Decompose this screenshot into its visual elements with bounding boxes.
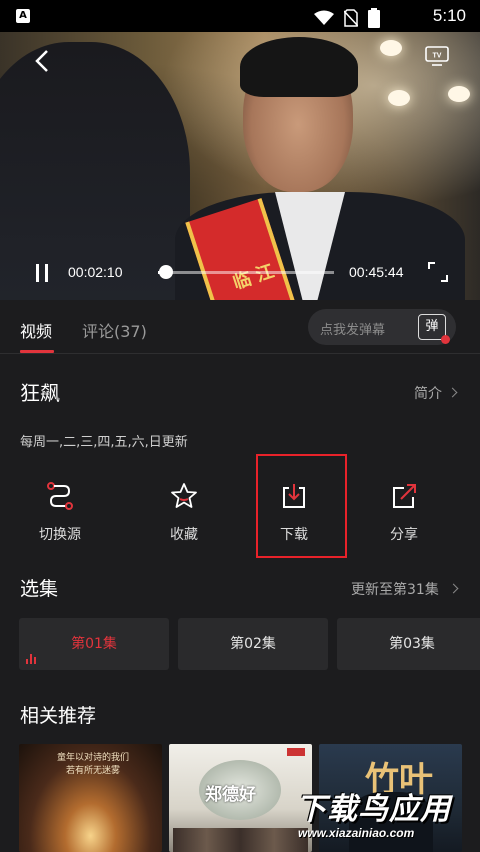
episodes-update-link[interactable]: 更新至第31集	[351, 579, 439, 599]
status-icons	[314, 8, 380, 28]
app-notification-icon: A	[16, 9, 30, 23]
video-figure-hair	[240, 37, 358, 97]
action-label: 切换源	[39, 527, 81, 543]
chevron-right-icon	[447, 387, 458, 398]
status-bar: A 5:10	[0, 0, 480, 32]
tab-underline	[20, 350, 54, 353]
current-time: 00:02:10	[68, 264, 123, 280]
video-player[interactable]: 临江	[0, 32, 480, 300]
poster-title: 郑德好	[205, 785, 256, 805]
share-icon	[393, 484, 416, 508]
chevron-right-icon	[448, 583, 459, 594]
episode-item[interactable]: 第02集	[178, 618, 328, 670]
pause-icon	[36, 264, 39, 282]
playing-icon	[26, 654, 38, 664]
poster-text: 童年以对诗的我们 若有所无迷雾	[56, 753, 129, 776]
video-figure-left	[0, 42, 190, 300]
background-lamp	[448, 86, 470, 102]
episode-label: 第03集	[389, 636, 435, 652]
intro-link[interactable]: 简介	[414, 383, 442, 403]
action-label: 收藏	[170, 527, 198, 543]
background-lamp	[388, 90, 410, 106]
show-title: 狂飙	[20, 381, 60, 405]
cast-tv-button[interactable]: TV	[425, 46, 449, 66]
tv-icon: TV	[425, 46, 449, 66]
progress-track[interactable]	[158, 271, 334, 274]
recommend-poster[interactable]: 童年以对诗的我们 若有所无迷雾	[19, 744, 162, 852]
episodes-section-title: 选集	[20, 578, 59, 600]
status-time: 5:10	[432, 6, 466, 25]
action-label: 分享	[390, 527, 418, 543]
back-icon[interactable]	[30, 48, 56, 74]
highlight-box	[256, 454, 347, 558]
poster-cast	[173, 828, 308, 852]
danmu-toggle-button[interactable]: 弹	[418, 314, 450, 344]
background-lamp	[380, 40, 402, 56]
favorite-button[interactable]: 收藏	[139, 480, 229, 550]
episode-item[interactable]: 第01集	[19, 618, 169, 670]
no-sim-icon	[344, 9, 358, 27]
star-icon	[171, 483, 197, 508]
danmu-placeholder: 点我发弹幕	[320, 323, 386, 338]
episode-label: 第02集	[230, 636, 276, 652]
episode-label: 第01集	[71, 636, 117, 652]
watermark-title: 下载鸟应用	[296, 792, 451, 827]
poster-badge	[287, 748, 305, 756]
episode-item[interactable]: 第03集	[337, 618, 480, 670]
tab-comments[interactable]: 评论(37)	[82, 318, 147, 342]
recommend-poster[interactable]: 郑德好	[169, 744, 312, 852]
switch-source-button[interactable]: 切换源	[15, 480, 105, 550]
battery-icon	[368, 8, 380, 28]
tv-label: TV	[433, 53, 442, 60]
total-time: 00:45:44	[349, 264, 404, 280]
switch-source-icon	[47, 482, 73, 510]
update-schedule: 每周一,二,三,四,五,六,日更新	[20, 435, 188, 450]
share-button[interactable]: 分享	[359, 480, 449, 550]
pause-button[interactable]	[34, 264, 50, 282]
watermark-url: www.xiazainiao.com	[298, 826, 415, 840]
tab-video[interactable]: 视频	[20, 318, 52, 342]
wifi-icon	[314, 10, 334, 25]
recommend-section-title: 相关推荐	[20, 705, 97, 727]
fullscreen-icon[interactable]	[428, 262, 448, 282]
